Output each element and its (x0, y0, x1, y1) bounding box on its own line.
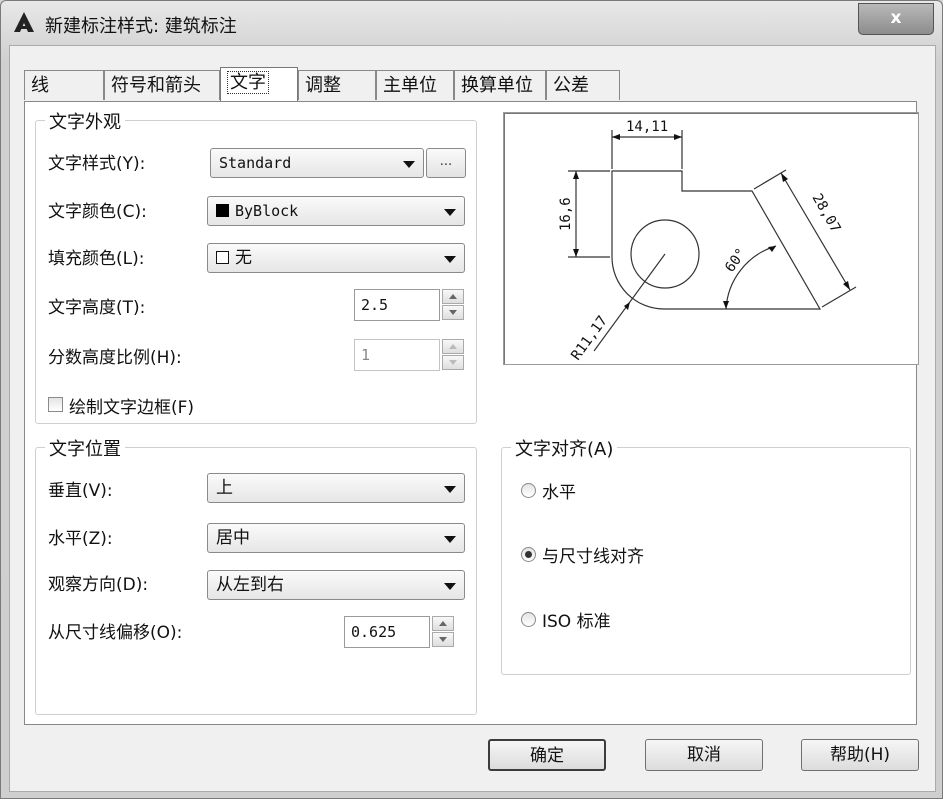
fill-color-value: 无 (235, 248, 252, 268)
fraction-scale-spin-buttons (442, 339, 464, 371)
close-icon: x (890, 8, 902, 28)
tab-tolerances[interactable]: 公差 (546, 70, 620, 100)
preview-dim-angle: 60° (722, 245, 750, 275)
window-title: 新建标注样式: 建筑标注 (45, 16, 237, 37)
chevron-down-icon (403, 161, 415, 168)
text-height-label: 文字高度(T): (48, 298, 146, 318)
radio-iso-label: ISO 标准 (542, 612, 611, 632)
title-bar: 新建标注样式: 建筑标注 x (1, 1, 942, 45)
view-direction-label: 观察方向(D): (48, 575, 149, 595)
text-appearance-group: 文字外观 文字样式(Y): Standard ... 文字颜色(C): ByBl… (35, 108, 477, 424)
radio-horizontal-label: 水平 (542, 483, 576, 503)
tab-primary-units[interactable]: 主单位 (376, 70, 454, 100)
text-style-label: 文字样式(Y): (48, 154, 146, 174)
chevron-down-icon (444, 256, 456, 263)
chevron-down-icon (444, 536, 456, 543)
close-button[interactable]: x (858, 3, 934, 35)
chevron-down-icon (444, 583, 456, 590)
draw-frame-checkbox[interactable] (48, 397, 63, 412)
dialog-client: 线 符号和箭头 文字 调整 主单位 换算单位 公差 文字外观 文字样式(Y): … (9, 45, 936, 792)
horizontal-dropdown[interactable]: 居中 (207, 523, 465, 553)
spin-up-icon[interactable] (442, 289, 464, 304)
fill-color-label: 填充颜色(L): (48, 249, 145, 269)
autocad-logo-icon (14, 12, 34, 32)
dialog-window: 新建标注样式: 建筑标注 x 线 符号和箭头 文字 调整 主单位 换算单位 公差… (0, 0, 943, 799)
color-swatch-none (216, 251, 229, 264)
radio-horizontal[interactable] (521, 483, 536, 498)
cancel-button[interactable]: 取消 (645, 739, 763, 771)
tab-fit[interactable]: 调整 (298, 70, 376, 100)
text-color-value: ByBlock (235, 202, 299, 220)
help-button[interactable]: 帮助(H) (801, 739, 919, 771)
text-placement-legend: 文字位置 (45, 435, 125, 461)
radio-aligned-label: 与尺寸线对齐 (542, 547, 644, 567)
text-appearance-legend: 文字外观 (45, 108, 125, 134)
text-height-spin-buttons (442, 289, 464, 321)
text-alignment-group: 文字对齐(A) 水平 与尺寸线对齐 ISO 标准 (501, 435, 911, 675)
offset-spinner[interactable]: 0.625 (344, 616, 458, 648)
text-height-spinner[interactable]: 2.5 (354, 289, 468, 321)
spin-up-icon (442, 339, 464, 354)
spin-up-icon[interactable] (432, 616, 454, 631)
view-direction-value: 从左到右 (216, 575, 284, 595)
preview-dim-left: 16,6 (558, 197, 574, 231)
tab-symbols-arrows[interactable]: 符号和箭头 (104, 70, 220, 100)
fraction-scale-label: 分数高度比例(H): (48, 348, 182, 368)
tab-lines[interactable]: 线 (24, 70, 104, 100)
tab-text[interactable]: 文字 (220, 67, 298, 101)
preview-dim-top: 14,11 (626, 119, 668, 135)
tab-text-label: 文字 (227, 71, 269, 94)
radio-aligned-with-dimension-line[interactable] (521, 547, 536, 562)
spin-down-icon[interactable] (442, 305, 464, 320)
text-alignment-legend: 文字对齐(A) (511, 435, 618, 461)
color-swatch-black (216, 204, 229, 217)
spin-down-icon[interactable] (432, 632, 454, 647)
chevron-down-icon (444, 486, 456, 493)
text-style-dropdown[interactable]: Standard (210, 148, 424, 178)
ok-button[interactable]: 确定 (488, 739, 606, 771)
text-style-browse-button[interactable]: ... (426, 148, 466, 178)
text-height-input[interactable]: 2.5 (354, 289, 440, 321)
horizontal-label: 水平(Z): (48, 529, 113, 549)
horizontal-value: 居中 (216, 528, 250, 548)
text-color-dropdown[interactable]: ByBlock (207, 196, 465, 226)
draw-frame-label: 绘制文字边框(F) (69, 398, 195, 418)
tab-panel-text: 文字外观 文字样式(Y): Standard ... 文字颜色(C): ByBl… (24, 101, 919, 725)
radio-iso-standard[interactable] (521, 612, 536, 627)
offset-input[interactable]: 0.625 (344, 616, 430, 648)
vertical-value: 上 (216, 478, 233, 498)
fraction-scale-spinner: 1 (354, 339, 468, 371)
ellipsis-icon: ... (439, 154, 453, 169)
fill-color-dropdown[interactable]: 无 (207, 243, 465, 273)
tab-alternate-units[interactable]: 换算单位 (454, 70, 546, 100)
chevron-down-icon (444, 209, 456, 216)
text-color-label: 文字颜色(C): (48, 202, 147, 222)
offset-spin-buttons (432, 616, 454, 648)
text-style-value: Standard (219, 154, 292, 172)
offset-label: 从尺寸线偏移(O): (48, 623, 183, 643)
vertical-dropdown[interactable]: 上 (207, 473, 465, 503)
preview-drawing: 14,11 16,6 28,07 60° R11,17 (558, 119, 857, 363)
view-direction-dropdown[interactable]: 从左到右 (207, 570, 465, 600)
fraction-scale-input: 1 (354, 339, 440, 371)
vertical-label: 垂直(V): (48, 481, 113, 501)
spin-down-icon (442, 355, 464, 370)
preview-dim-radius: R11,17 (568, 313, 611, 363)
dimension-preview: 14,11 16,6 28,07 60° R11,17 (503, 112, 919, 365)
text-placement-group: 文字位置 垂直(V): 上 水平(Z): 居中 观察方向(D): 从左到右 从尺… (35, 435, 477, 715)
